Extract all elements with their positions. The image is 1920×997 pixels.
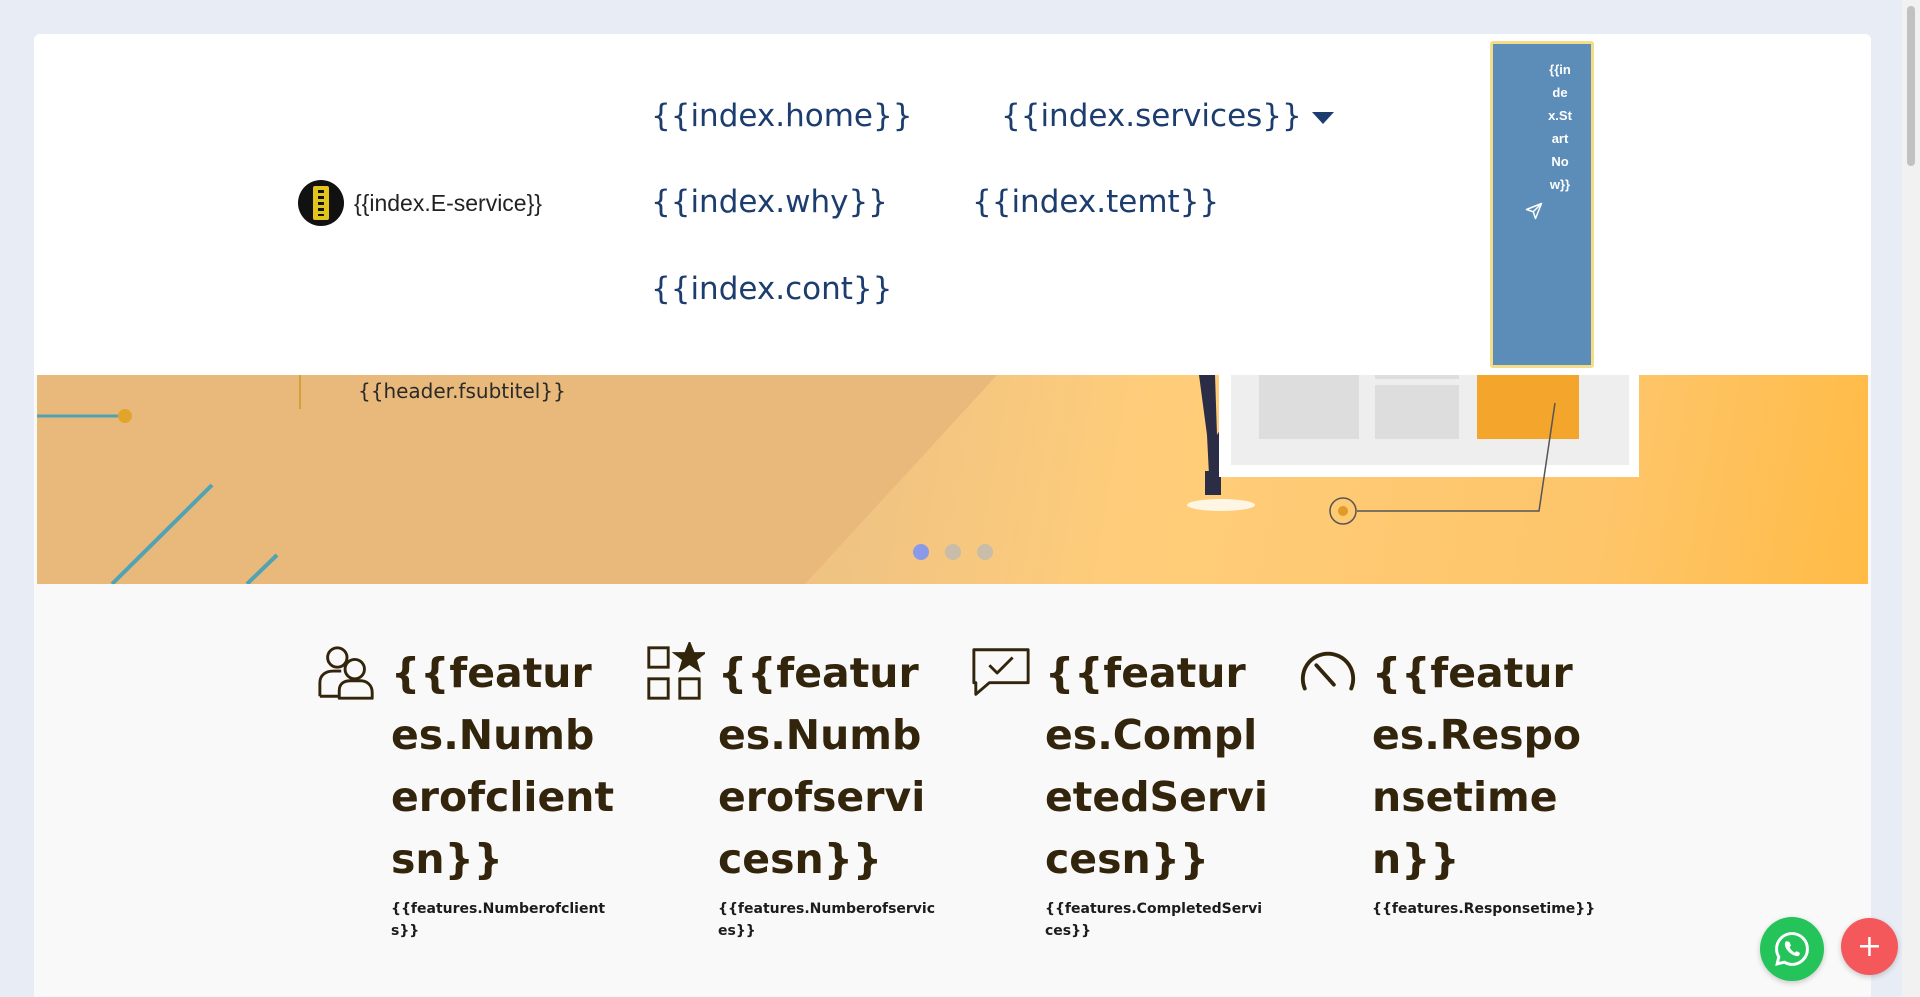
whatsapp-icon bbox=[1775, 932, 1809, 966]
nav-why-link[interactable]: {{index.why}} bbox=[651, 184, 888, 220]
send-icon bbox=[1525, 202, 1543, 220]
hero-divider bbox=[299, 375, 301, 409]
feature-label: {{features.Numberofservices}} bbox=[718, 901, 936, 939]
brand-text: {{index.E-service}} bbox=[354, 189, 542, 216]
feature-label: {{features.CompletedServices}} bbox=[1045, 901, 1263, 939]
navbar: {{index.E-service}} {{index.home}} {{ind… bbox=[34, 34, 1871, 375]
nav-temt-link[interactable]: {{index.temt}} bbox=[972, 184, 1219, 220]
users-icon bbox=[318, 646, 374, 700]
start-now-label: {{index.StartNow}} bbox=[1548, 62, 1572, 192]
feature-number: {{features.Numberofservicesn}} bbox=[718, 649, 926, 883]
feature-label: {{features.Numberofclients}} bbox=[391, 901, 606, 939]
chat-check-icon bbox=[972, 648, 1030, 696]
page-card: {{index.E-service}} {{index.home}} {{ind… bbox=[34, 34, 1871, 997]
scrollbar-thumb[interactable] bbox=[1907, 6, 1915, 166]
feature-number: {{features.Numberofclientsn}} bbox=[391, 649, 615, 883]
features-section: {{features.Numberofclientsn}} {{features… bbox=[34, 584, 1871, 997]
slider-dots bbox=[913, 544, 993, 560]
whatsapp-button[interactable] bbox=[1760, 917, 1824, 981]
feature-number: {{features.CompletedServicesn}} bbox=[1045, 649, 1268, 883]
feature-number: {{features.Responsetimen}} bbox=[1372, 649, 1582, 883]
feature-label: {{features.Responsetime}} bbox=[1372, 901, 1596, 917]
plus-button[interactable]: + bbox=[1841, 918, 1898, 975]
services-grid-icon bbox=[647, 642, 705, 700]
speedometer-icon bbox=[1300, 651, 1356, 691]
hero-slider: {{header.fsubtitel}} bbox=[37, 375, 1868, 584]
hero-illustration bbox=[1187, 375, 1639, 525]
nav-home-link[interactable]: {{index.home}} bbox=[651, 98, 912, 134]
start-now-button[interactable]: {{index.StartNow}} bbox=[1490, 41, 1594, 368]
nav-cont-link[interactable]: {{index.cont}} bbox=[651, 271, 892, 307]
scrollbar[interactable] bbox=[1902, 0, 1920, 997]
brand[interactable]: {{index.E-service}} bbox=[298, 180, 542, 226]
brand-logo bbox=[298, 180, 344, 226]
hero-subtitle: {{header.fsubtitel}} bbox=[358, 379, 566, 403]
slider-dot-2[interactable] bbox=[945, 544, 961, 560]
nav-services-label: {{index.services}} bbox=[1001, 98, 1302, 134]
slider-dot-3[interactable] bbox=[977, 544, 993, 560]
nav-services-dropdown[interactable]: {{index.services}} bbox=[1001, 98, 1334, 134]
caret-down-icon bbox=[1311, 112, 1334, 124]
slider-dot-1[interactable] bbox=[913, 544, 929, 560]
hero-left-lines bbox=[37, 409, 279, 584]
